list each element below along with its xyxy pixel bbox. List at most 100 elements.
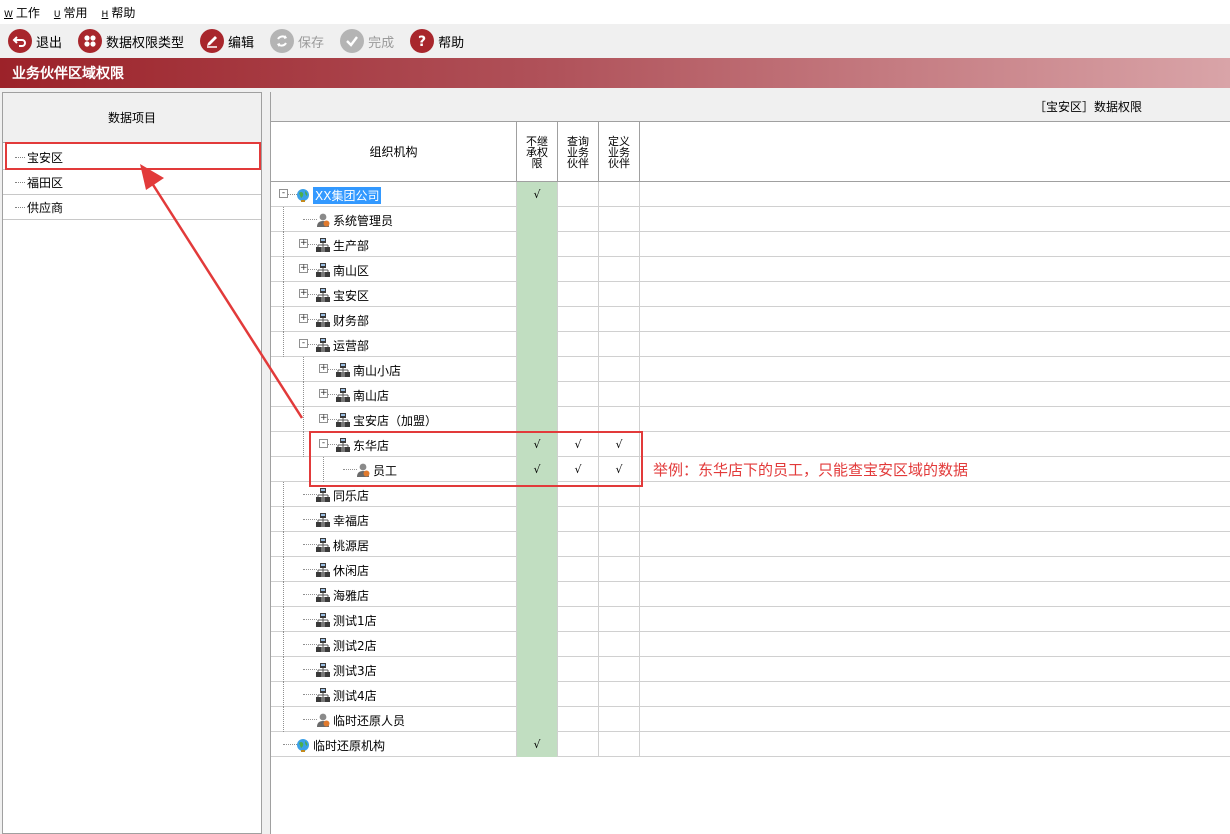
menu-help[interactable]: H 帮助 <box>102 4 136 21</box>
data-item-supplier[interactable]: 供应商 <box>3 195 261 220</box>
menu-common[interactable]: U 常用 <box>54 4 88 21</box>
tree-row[interactable]: 系统管理员 <box>271 207 1230 232</box>
query-cell[interactable] <box>558 407 599 432</box>
tree-row[interactable]: 测试3店 <box>271 657 1230 682</box>
org-cell[interactable]: - 运营部 <box>271 332 517 357</box>
query-cell[interactable] <box>558 232 599 257</box>
col-no-inherit-header[interactable]: 不继承权限 <box>517 122 558 181</box>
query-cell[interactable] <box>558 282 599 307</box>
no-inherit-cell[interactable] <box>517 332 558 357</box>
no-inherit-cell[interactable] <box>517 507 558 532</box>
org-cell[interactable]: 测试4店 <box>271 682 517 707</box>
no-inherit-cell[interactable] <box>517 582 558 607</box>
query-cell[interactable] <box>558 307 599 332</box>
org-cell[interactable]: + 南山小店 <box>271 357 517 382</box>
no-inherit-cell[interactable] <box>517 557 558 582</box>
menu-work[interactable]: W 工作 <box>4 4 40 21</box>
query-cell[interactable] <box>558 557 599 582</box>
define-cell[interactable] <box>599 632 640 657</box>
no-inherit-cell[interactable] <box>517 282 558 307</box>
expand-icon[interactable]: + <box>299 289 308 298</box>
data-item-futian[interactable]: 福田区 <box>3 170 261 195</box>
no-inherit-cell[interactable] <box>517 207 558 232</box>
tree-row[interactable]: 桃源居 <box>271 532 1230 557</box>
define-cell[interactable] <box>599 232 640 257</box>
col-org-header[interactable]: 组织机构 <box>271 122 517 181</box>
define-cell[interactable] <box>599 407 640 432</box>
query-cell[interactable] <box>558 632 599 657</box>
no-inherit-cell[interactable] <box>517 257 558 282</box>
query-cell[interactable] <box>558 607 599 632</box>
define-cell[interactable] <box>599 582 640 607</box>
tree-row[interactable]: 临时还原机构 √ <box>271 732 1230 757</box>
org-cell[interactable]: + 财务部 <box>271 307 517 332</box>
query-cell[interactable] <box>558 357 599 382</box>
no-inherit-cell[interactable] <box>517 407 558 432</box>
define-cell[interactable] <box>599 207 640 232</box>
tree-row[interactable]: + 南山小店 <box>271 357 1230 382</box>
no-inherit-cell[interactable] <box>517 657 558 682</box>
tree-row[interactable]: 测试2店 <box>271 632 1230 657</box>
define-cell[interactable] <box>599 507 640 532</box>
exit-button[interactable]: 退出 <box>8 29 62 53</box>
org-cell[interactable]: - XX集团公司 <box>271 182 517 207</box>
save-button[interactable]: 保存 <box>270 29 324 53</box>
define-cell[interactable] <box>599 707 640 732</box>
define-cell[interactable] <box>599 332 640 357</box>
no-inherit-cell[interactable] <box>517 632 558 657</box>
query-cell[interactable] <box>558 707 599 732</box>
finish-button[interactable]: 完成 <box>340 29 394 53</box>
define-cell[interactable] <box>599 657 640 682</box>
tree-row[interactable]: + 宝安区 <box>271 282 1230 307</box>
org-cell[interactable]: + 南山区 <box>271 257 517 282</box>
tree-row[interactable]: 临时还原人员 <box>271 707 1230 732</box>
org-cell[interactable]: + 南山店 <box>271 382 517 407</box>
no-inherit-cell[interactable] <box>517 607 558 632</box>
no-inherit-cell[interactable] <box>517 707 558 732</box>
tree-row[interactable]: 休闲店 <box>271 557 1230 582</box>
define-cell[interactable] <box>599 282 640 307</box>
col-define-header[interactable]: 定义业务伙伴 <box>599 122 640 181</box>
org-cell[interactable]: 测试1店 <box>271 607 517 632</box>
tree-row[interactable]: + 生产部 <box>271 232 1230 257</box>
expand-icon[interactable]: + <box>319 414 328 423</box>
define-cell[interactable] <box>599 182 640 207</box>
define-cell[interactable] <box>599 357 640 382</box>
no-inherit-cell[interactable] <box>517 307 558 332</box>
org-cell[interactable]: + 宝安区 <box>271 282 517 307</box>
query-cell[interactable] <box>558 507 599 532</box>
define-cell[interactable] <box>599 382 640 407</box>
tree-row[interactable]: - 运营部 <box>271 332 1230 357</box>
org-cell[interactable]: 系统管理员 <box>271 207 517 232</box>
query-cell[interactable] <box>558 182 599 207</box>
query-cell[interactable] <box>558 257 599 282</box>
help-button[interactable]: ? 帮助 <box>410 29 464 53</box>
no-inherit-cell[interactable] <box>517 532 558 557</box>
tree-row[interactable]: 海雅店 <box>271 582 1230 607</box>
query-cell[interactable] <box>558 582 599 607</box>
expand-icon[interactable]: + <box>299 239 308 248</box>
tree-row[interactable]: - XX集团公司 √ <box>271 182 1230 207</box>
org-cell[interactable]: 临时还原人员 <box>271 707 517 732</box>
tree-row[interactable]: + 南山区 <box>271 257 1230 282</box>
col-query-header[interactable]: 查询业务伙伴 <box>558 122 599 181</box>
tree-row[interactable]: 测试4店 <box>271 682 1230 707</box>
tree-row[interactable]: 幸福店 <box>271 507 1230 532</box>
no-inherit-cell[interactable] <box>517 382 558 407</box>
org-cell[interactable]: 休闲店 <box>271 557 517 582</box>
define-cell[interactable] <box>599 732 640 757</box>
no-inherit-cell[interactable] <box>517 232 558 257</box>
no-inherit-cell[interactable] <box>517 682 558 707</box>
query-cell[interactable] <box>558 657 599 682</box>
no-inherit-cell[interactable]: √ <box>517 732 558 757</box>
expand-icon[interactable]: + <box>319 389 328 398</box>
org-cell[interactable]: 临时还原机构 <box>271 732 517 757</box>
tree-row[interactable]: + 南山店 <box>271 382 1230 407</box>
org-cell[interactable]: 幸福店 <box>271 507 517 532</box>
define-cell[interactable] <box>599 682 640 707</box>
tree-row[interactable]: + 财务部 <box>271 307 1230 332</box>
org-cell[interactable]: + 宝安店（加盟） <box>271 407 517 432</box>
query-cell[interactable] <box>558 682 599 707</box>
expand-icon[interactable]: + <box>299 264 308 273</box>
perm-type-button[interactable]: 数据权限类型 <box>78 29 184 53</box>
